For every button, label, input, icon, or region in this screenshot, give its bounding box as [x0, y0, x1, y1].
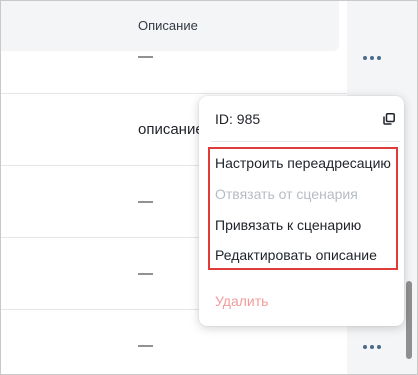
- menu-item-edit-description[interactable]: Редактировать описание: [215, 247, 377, 263]
- row-context-menu: ID: 985 Настроить переадресацию Отвязать…: [199, 96, 404, 326]
- more-horizontal-icon[interactable]: [363, 52, 385, 64]
- row-divider: [1, 93, 347, 94]
- table-header: Описание: [1, 1, 339, 51]
- scrollbar[interactable]: [406, 1, 414, 374]
- copy-icon[interactable]: [383, 113, 395, 125]
- scrollbar-thumb[interactable]: [406, 281, 412, 359]
- menu-item-unlink-scenario: Отвязать от сценария: [215, 186, 358, 202]
- column-header-description: Описание: [138, 18, 198, 33]
- table-row-description: —: [138, 193, 153, 210]
- table-row-description: —: [138, 337, 153, 354]
- table-row-description: описание: [138, 121, 204, 138]
- table-row-description: —: [138, 48, 153, 65]
- table-row-description: —: [138, 265, 153, 282]
- more-horizontal-icon[interactable]: [363, 341, 385, 353]
- table-panel: Описание — описание — — — ID: 985 Настро…: [0, 0, 418, 375]
- menu-divider: [211, 141, 400, 142]
- menu-item-link-scenario[interactable]: Привязать к сценарию: [215, 217, 361, 233]
- menu-item-setup-forwarding[interactable]: Настроить переадресацию: [215, 155, 391, 171]
- menu-item-delete[interactable]: Удалить: [215, 293, 268, 309]
- record-id-label: ID: 985: [215, 111, 261, 127]
